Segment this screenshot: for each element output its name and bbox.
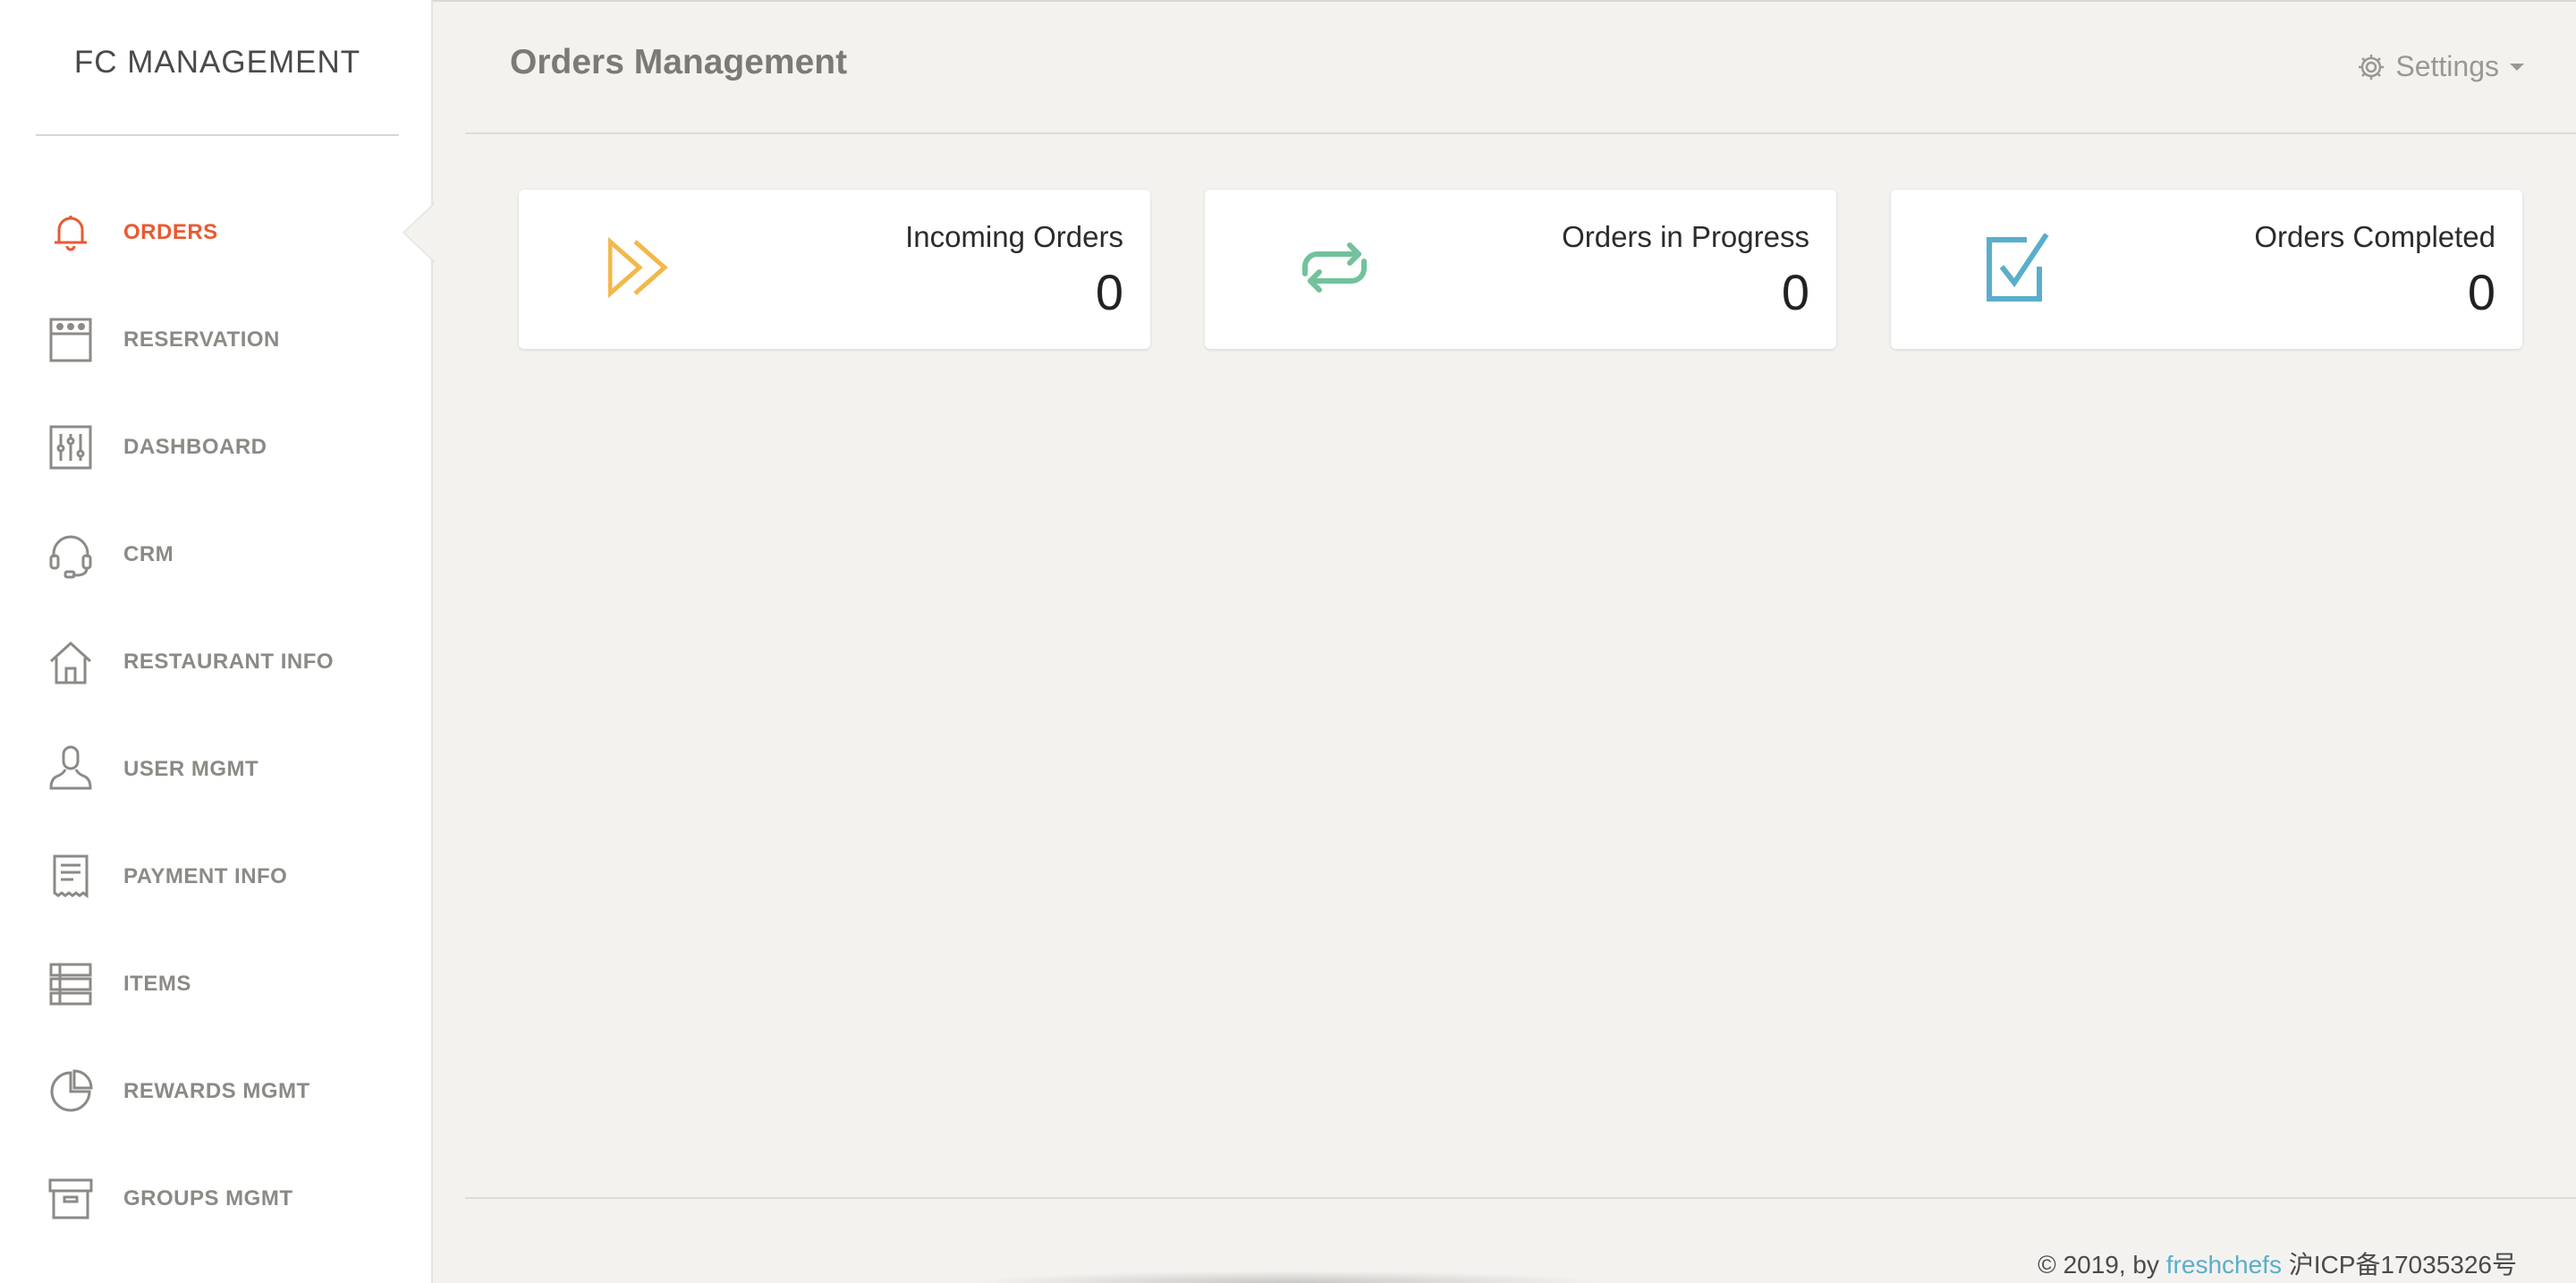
sidebar-nav: ORDERS RESERVATION DASHBOARD CRM RESTAUR… bbox=[0, 179, 435, 1253]
sidebar-item-orders[interactable]: ORDERS bbox=[0, 179, 435, 286]
sliders-icon bbox=[47, 423, 95, 472]
checkbox-icon bbox=[1980, 227, 2061, 308]
card-value: 0 bbox=[1781, 264, 1809, 320]
sidebar-item-label: PAYMENT INFO bbox=[123, 864, 288, 888]
home-icon bbox=[47, 638, 95, 686]
footer: © 2019, by freshchefs 沪ICP备17035326号 bbox=[2038, 1245, 2517, 1281]
footer-link[interactable]: freshchefs bbox=[2166, 1251, 2282, 1279]
sidebar-item-groups-mgmt[interactable]: GROUPS MGMT bbox=[0, 1145, 433, 1253]
card-title: Orders in Progress bbox=[1562, 220, 1809, 253]
sidebar-item-label: GROUPS MGMT bbox=[123, 1186, 293, 1211]
footer-icp: 沪ICP备17035326号 bbox=[2281, 1251, 2517, 1279]
user-icon bbox=[47, 745, 95, 794]
gear-icon bbox=[2359, 54, 2385, 80]
sidebar-item-dashboard[interactable]: DASHBOARD bbox=[0, 394, 433, 501]
incoming-orders-card[interactable]: Incoming Orders 0 bbox=[519, 190, 1150, 349]
sidebar-item-user-mgmt[interactable]: USER MGMT bbox=[0, 716, 433, 823]
bell-icon bbox=[47, 208, 95, 257]
orders-in-progress-card[interactable]: Orders in Progress 0 bbox=[1205, 190, 1836, 349]
sidebar-item-payment-info[interactable]: PAYMENT INFO bbox=[0, 823, 433, 930]
sidebar-item-label: RESTAURANT INFO bbox=[123, 650, 335, 674]
calendar-icon bbox=[47, 316, 95, 364]
page-header: Orders Management Settings bbox=[465, 0, 2576, 134]
sidebar: FC MANAGEMENT ORDERS RESERVATION DASHBOA… bbox=[0, 0, 435, 1283]
sidebar-item-crm[interactable]: CRM bbox=[0, 501, 433, 608]
sidebar-item-label: REWARDS MGMT bbox=[123, 1079, 310, 1103]
sidebar-item-restaurant-info[interactable]: RESTAURANT INFO bbox=[0, 608, 433, 716]
sidebar-item-reservation[interactable]: RESERVATION bbox=[0, 286, 433, 394]
sidebar-item-label: CRM bbox=[123, 542, 174, 566]
chevron-down-icon bbox=[2510, 63, 2524, 71]
sidebar-item-label: ITEMS bbox=[123, 972, 191, 996]
repeat-icon bbox=[1294, 227, 1375, 308]
footer-divider bbox=[465, 1197, 2576, 1199]
card-value: 0 bbox=[2467, 264, 2496, 320]
headset-icon bbox=[47, 531, 95, 579]
sidebar-item-items[interactable]: ITEMS bbox=[0, 930, 433, 1038]
settings-dropdown[interactable]: Settings bbox=[2356, 50, 2524, 83]
card-value: 0 bbox=[1095, 264, 1123, 320]
settings-label: Settings bbox=[2395, 50, 2499, 82]
brand-divider bbox=[36, 134, 399, 136]
page-title: Orders Management bbox=[510, 43, 848, 81]
sidebar-item-label: DASHBOARD bbox=[123, 435, 267, 459]
receipt-icon bbox=[47, 853, 95, 901]
sidebar-item-label: ORDERS bbox=[123, 220, 218, 244]
card-title: Incoming Orders bbox=[905, 220, 1123, 253]
pie-chart-icon bbox=[47, 1067, 95, 1116]
list-icon bbox=[47, 960, 95, 1008]
footer-copyright: © 2019, by bbox=[2038, 1251, 2166, 1279]
archive-icon bbox=[47, 1175, 95, 1223]
sidebar-item-label: USER MGMT bbox=[123, 757, 259, 781]
double-chevron-right-icon bbox=[607, 227, 689, 308]
orders-completed-card[interactable]: Orders Completed 0 bbox=[1891, 190, 2522, 349]
card-title: Orders Completed bbox=[2254, 220, 2496, 253]
bottom-shadow bbox=[966, 1270, 1610, 1283]
sidebar-item-rewards-mgmt[interactable]: REWARDS MGMT bbox=[0, 1038, 433, 1145]
sidebar-item-label: RESERVATION bbox=[123, 327, 280, 352]
brand-title: FC MANAGEMENT bbox=[73, 45, 361, 80]
active-indicator bbox=[404, 204, 435, 261]
